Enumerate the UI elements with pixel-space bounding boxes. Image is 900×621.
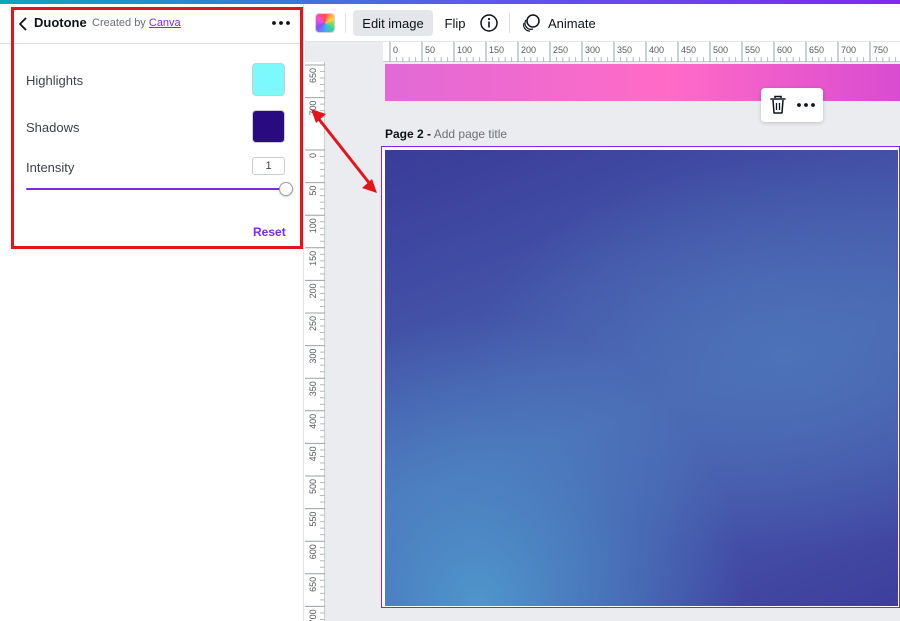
ruler-tick-label: 650 — [308, 577, 318, 592]
add-page-title-field[interactable]: Add page title — [434, 127, 507, 141]
color-picker-button[interactable] — [315, 13, 335, 33]
edit-image-button[interactable]: Edit image — [353, 10, 433, 36]
more-horizontal-icon — [797, 103, 815, 107]
canvas-area[interactable]: 0 50 100 150 200 250 300 350 400 450 500 550 600 650 7… — [305, 42, 900, 621]
ruler-tick-label: 700 — [308, 101, 318, 116]
ruler-tick-label: 100 — [457, 45, 472, 55]
ruler-tick-label: 600 — [308, 544, 318, 559]
ruler-tick-label: 300 — [585, 45, 600, 55]
ruler-tick-label: 700 — [841, 45, 856, 55]
ruler-tick-label: 50 — [308, 186, 318, 196]
info-button[interactable] — [479, 13, 499, 33]
ruler-tick-label: 400 — [308, 414, 318, 429]
flip-button[interactable]: Flip — [439, 10, 471, 36]
duotone-background-image[interactable] — [385, 150, 898, 606]
panel-header: Duotone Created by Canva — [0, 4, 304, 44]
ruler-tick-label: 500 — [308, 479, 318, 494]
page-label: Page 2 - — [385, 127, 432, 141]
intensity-slider-track[interactable] — [26, 188, 286, 190]
ruler-tick-label: 650 — [308, 68, 318, 83]
ruler-tick-label: 200 — [521, 45, 536, 55]
chevron-left-icon — [19, 17, 27, 31]
ruler-tick-label: 300 — [308, 349, 318, 364]
ruler-tick-label: 450 — [681, 45, 696, 55]
info-icon — [480, 14, 498, 32]
back-button[interactable] — [14, 14, 32, 34]
intensity-label: Intensity — [26, 160, 75, 175]
trash-icon — [770, 95, 786, 114]
ruler-tick-label: 550 — [745, 45, 760, 55]
ruler-tick-label: 50 — [425, 45, 435, 55]
ruler-tick-label: 450 — [308, 446, 318, 461]
toolbar-divider — [509, 13, 510, 33]
vertical-ruler-marks: 650 700 0 50 100 150 200 250 300 350 400 450 500 550 6… — [305, 64, 325, 621]
delete-page-button[interactable] — [769, 95, 787, 115]
toolbar-divider — [345, 13, 346, 33]
creator-link[interactable]: Canva — [149, 17, 181, 29]
page-more-button[interactable] — [795, 95, 817, 115]
vertical-ruler[interactable]: 650 700 0 50 100 150 200 250 300 350 400 450 500 550 6… — [305, 62, 325, 621]
ruler-gap — [305, 42, 383, 62]
page-2[interactable] — [381, 146, 900, 608]
ruler-tick-label: 350 — [308, 381, 318, 396]
ruler-tick-label: 150 — [308, 251, 318, 266]
shadows-label: Shadows — [26, 120, 80, 135]
animate-icon — [523, 14, 540, 32]
horizontal-ruler-marks: 0 50 100 150 200 250 300 350 400 450 500 550 600 650 7… — [389, 42, 897, 62]
ruler-tick-label: 350 — [617, 45, 632, 55]
ruler-tick-label: 550 — [308, 512, 318, 527]
ruler-tick-label: 500 — [713, 45, 728, 55]
created-by-prefix: Created by — [92, 17, 146, 29]
panel-more-button[interactable] — [268, 12, 294, 34]
intensity-slider-thumb[interactable] — [279, 182, 293, 196]
intensity-value-input[interactable]: 1 — [252, 157, 285, 175]
ruler-tick-label: 100 — [308, 218, 318, 233]
ruler-tick-label: 200 — [308, 283, 318, 298]
animate-button[interactable]: Animate — [521, 10, 605, 36]
more-horizontal-icon — [272, 21, 290, 25]
created-by-text: Created by Canva — [92, 17, 181, 29]
ruler-tick-label: 400 — [649, 45, 664, 55]
highlights-label: Highlights — [26, 73, 84, 88]
shadows-color-swatch[interactable] — [252, 110, 285, 143]
ruler-tick-label: 250 — [553, 45, 568, 55]
ruler-tick-label: 650 — [809, 45, 824, 55]
editor-toolbar: Edit image Flip Animate — [305, 4, 900, 42]
ruler-tick-label: 250 — [308, 316, 318, 331]
highlights-color-swatch[interactable] — [252, 63, 285, 96]
animate-label: Animate — [548, 15, 596, 31]
ruler-tick-label: 150 — [489, 45, 504, 55]
duotone-panel: Duotone Created by Canva Highlights Shad… — [0, 4, 304, 621]
ruler-tick-label: 750 — [873, 45, 888, 55]
ruler-tick-label: 700 — [308, 609, 318, 621]
page-floating-toolbar — [761, 88, 823, 122]
ruler-tick-label: 0 — [393, 45, 398, 55]
panel-title: Duotone — [34, 15, 87, 30]
ruler-tick-label: 600 — [777, 45, 792, 55]
ruler-tick-label: 0 — [308, 153, 318, 158]
horizontal-ruler[interactable]: 0 50 100 150 200 250 300 350 400 450 500 550 600 650 7… — [383, 42, 900, 62]
page-2-header: Page 2 - Add page title — [385, 127, 507, 141]
reset-button[interactable]: Reset — [253, 225, 286, 239]
